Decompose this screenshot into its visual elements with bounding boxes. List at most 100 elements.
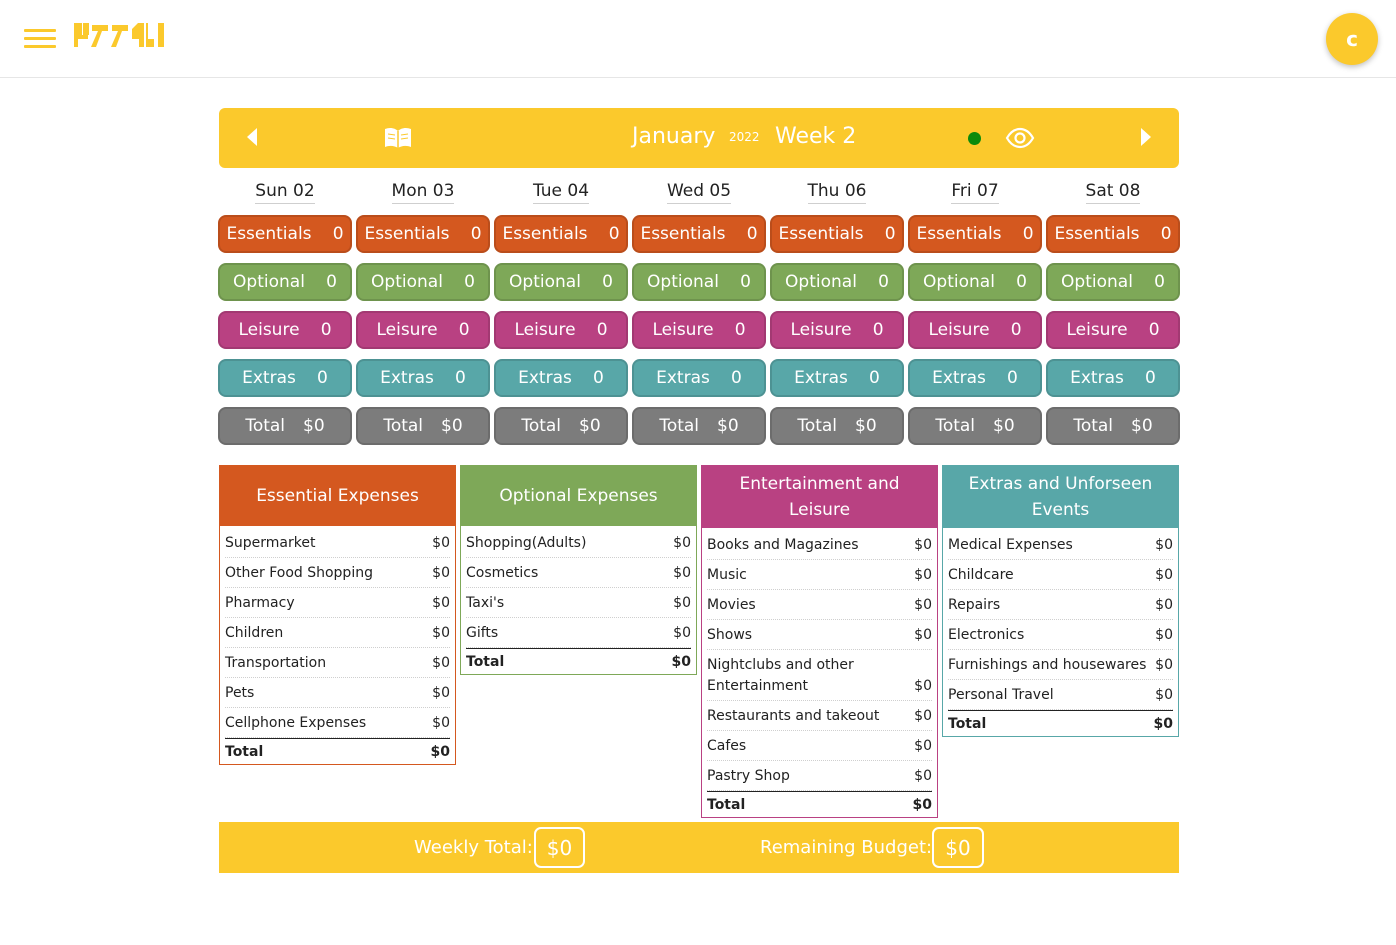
- optional-value: 0: [878, 272, 889, 292]
- extras-button[interactable]: Extras 0: [1046, 359, 1180, 397]
- optional-button[interactable]: Optional 0: [494, 263, 628, 301]
- optional-button[interactable]: Optional 0: [356, 263, 490, 301]
- extras-button[interactable]: Extras 0: [770, 359, 904, 397]
- expense-row[interactable]: Movies $0: [707, 590, 932, 620]
- expense-row[interactable]: Cafes $0: [707, 731, 932, 761]
- day-label[interactable]: Sat 08: [1046, 180, 1180, 208]
- expense-row[interactable]: Gifts $0: [466, 618, 691, 648]
- optional-button[interactable]: Optional 0: [1046, 263, 1180, 301]
- expense-name: Personal Travel: [948, 687, 1054, 703]
- expense-row[interactable]: Pastry Shop $0: [707, 761, 932, 791]
- hamburger-menu-icon[interactable]: [24, 29, 56, 49]
- expense-row[interactable]: Restaurants and takeout $0: [707, 701, 932, 731]
- day-label[interactable]: Thu 06: [770, 180, 904, 208]
- essentials-button[interactable]: Essentials 0: [1046, 215, 1180, 253]
- essentials-value: 0: [746, 224, 758, 244]
- total-label: Total: [935, 416, 976, 436]
- expense-row[interactable]: Transportation $0: [225, 648, 450, 678]
- expense-row[interactable]: Electronics $0: [948, 620, 1173, 650]
- total-value: $0: [993, 416, 1015, 436]
- extras-button[interactable]: Extras 0: [494, 359, 628, 397]
- arrow-left-icon[interactable]: [247, 128, 257, 146]
- arrow-right-icon[interactable]: [1141, 128, 1151, 146]
- expense-row[interactable]: Supermarket $0: [225, 528, 450, 558]
- user-avatar[interactable]: c: [1326, 13, 1378, 65]
- expense-row[interactable]: Pets $0: [225, 678, 450, 708]
- day-label[interactable]: Wed 05: [632, 180, 766, 208]
- extras-label: Extras: [518, 368, 572, 388]
- expense-name: Transportation: [225, 655, 327, 671]
- day-label[interactable]: Mon 03: [356, 180, 490, 208]
- expense-amount: $0: [914, 567, 932, 583]
- total-label: Total: [521, 416, 562, 436]
- essentials-button[interactable]: Essentials 0: [632, 215, 766, 253]
- app-logo[interactable]: [72, 21, 168, 49]
- day-label[interactable]: Sun 02: [218, 180, 352, 208]
- essentials-value: 0: [608, 224, 620, 244]
- day-label[interactable]: Tue 04: [494, 180, 628, 208]
- day-label[interactable]: Fri 07: [908, 180, 1042, 208]
- extras-button[interactable]: Extras 0: [356, 359, 490, 397]
- leisure-button[interactable]: Leisure 0: [770, 311, 904, 349]
- leisure-button[interactable]: Leisure 0: [356, 311, 490, 349]
- expense-row[interactable]: Personal Travel $0: [948, 680, 1173, 710]
- total-button[interactable]: Total $0: [494, 407, 628, 445]
- card-title: Extras and Unforseen Events: [943, 466, 1178, 528]
- logo-mark: [74, 23, 164, 47]
- expense-row[interactable]: Pharmacy $0: [225, 588, 450, 618]
- expense-row[interactable]: Nightclubs and other Entertainment $0: [707, 650, 932, 701]
- expense-row[interactable]: Cosmetics $0: [466, 558, 691, 588]
- extras-value: 0: [731, 368, 742, 388]
- expense-row[interactable]: Other Food Shopping $0: [225, 558, 450, 588]
- optional-button[interactable]: Optional 0: [632, 263, 766, 301]
- total-label: Total: [707, 797, 746, 813]
- expense-name: Cellphone Expenses: [225, 715, 367, 731]
- entertainment-leisure-card: Entertainment and Leisure Books and Magaz…: [701, 465, 938, 818]
- expense-row[interactable]: Taxi's $0: [466, 588, 691, 618]
- optional-button[interactable]: Optional 0: [770, 263, 904, 301]
- total-button[interactable]: Total $0: [908, 407, 1042, 445]
- optional-button[interactable]: Optional 0: [908, 263, 1042, 301]
- expense-row[interactable]: Shows $0: [707, 620, 932, 650]
- expense-row[interactable]: Music $0: [707, 560, 932, 590]
- essentials-button[interactable]: Essentials 0: [908, 215, 1042, 253]
- total-button[interactable]: Total $0: [356, 407, 490, 445]
- total-button[interactable]: Total $0: [1046, 407, 1180, 445]
- expense-row[interactable]: Books and Magazines $0: [707, 530, 932, 560]
- expense-row[interactable]: Shopping(Adults) $0: [466, 528, 691, 558]
- eye-icon[interactable]: [1005, 126, 1035, 150]
- extras-button[interactable]: Extras 0: [908, 359, 1042, 397]
- extras-button[interactable]: Extras 0: [218, 359, 352, 397]
- book-icon[interactable]: [383, 126, 413, 150]
- optional-button[interactable]: Optional 0: [218, 263, 352, 301]
- expense-row[interactable]: Furnishings and housewares $0: [948, 650, 1173, 680]
- expense-amount: $0: [914, 537, 932, 553]
- card-title: Entertainment and Leisure: [702, 466, 937, 528]
- expense-row[interactable]: Children $0: [225, 618, 450, 648]
- essentials-button[interactable]: Essentials 0: [494, 215, 628, 253]
- total-button[interactable]: Total $0: [770, 407, 904, 445]
- expense-row[interactable]: Cellphone Expenses $0: [225, 708, 450, 738]
- category-total-row: Total $0: [225, 738, 450, 764]
- expense-row[interactable]: Medical Expenses $0: [948, 530, 1173, 560]
- leisure-button[interactable]: Leisure 0: [1046, 311, 1180, 349]
- card-items: Supermarket $0 Other Food Shopping $0 Pharma…: [220, 526, 455, 764]
- expense-row[interactable]: Repairs $0: [948, 590, 1173, 620]
- leisure-button[interactable]: Leisure 0: [218, 311, 352, 349]
- expense-amount: $0: [432, 535, 450, 551]
- optional-label: Optional: [371, 272, 443, 292]
- leisure-button[interactable]: Leisure 0: [494, 311, 628, 349]
- essentials-button[interactable]: Essentials 0: [770, 215, 904, 253]
- essentials-button[interactable]: Essentials 0: [218, 215, 352, 253]
- status-indicator: [968, 132, 981, 145]
- card-title: Essential Expenses: [220, 466, 455, 526]
- essentials-button[interactable]: Essentials 0: [356, 215, 490, 253]
- expense-name: Cosmetics: [466, 565, 539, 581]
- extras-button[interactable]: Extras 0: [632, 359, 766, 397]
- leisure-button[interactable]: Leisure 0: [632, 311, 766, 349]
- extras-value: 0: [1145, 368, 1156, 388]
- total-button[interactable]: Total $0: [218, 407, 352, 445]
- leisure-button[interactable]: Leisure 0: [908, 311, 1042, 349]
- total-button[interactable]: Total $0: [632, 407, 766, 445]
- expense-row[interactable]: Childcare $0: [948, 560, 1173, 590]
